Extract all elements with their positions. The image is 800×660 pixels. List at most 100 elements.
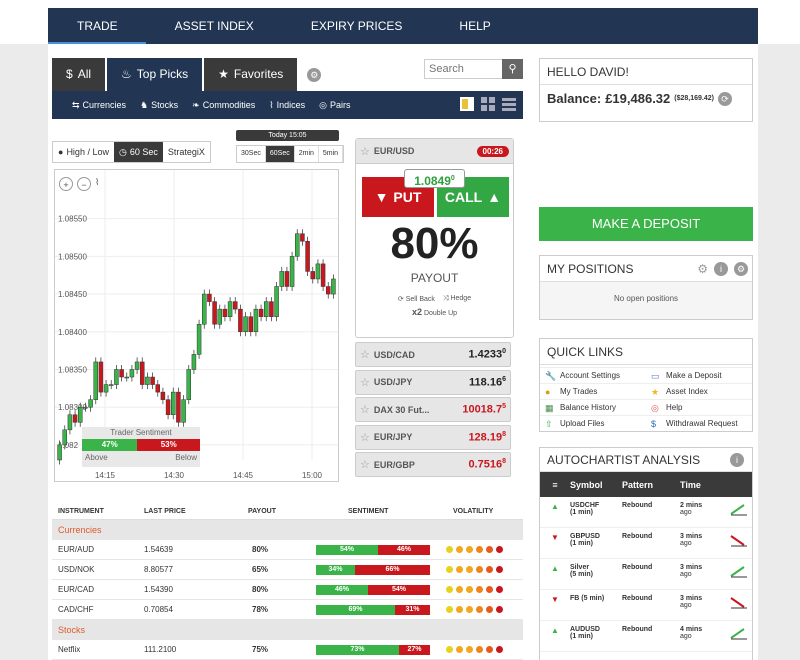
star-icon[interactable]: ☆ (360, 348, 370, 361)
table-row[interactable]: CAD/CHF 0.70854 78% 69% 31% (52, 600, 523, 620)
arrow-up-icon: ▲ (551, 564, 559, 573)
quick-link-my-trades[interactable]: ● My Trades (540, 383, 646, 399)
candle (258, 308, 264, 317)
zoom-in-icon[interactable]: + (59, 177, 73, 191)
asset-row[interactable]: ☆ EUR/GBP 0.75168 (355, 452, 511, 477)
autochartist-row[interactable]: ▲ USDCHF (1 min) Rebound 2 mins ago (540, 497, 752, 528)
pairs-icon: ◎ (319, 99, 328, 110)
coins-icon: ● (545, 386, 551, 397)
duration-60sec[interactable]: 60Sec (265, 146, 295, 162)
hedge-option[interactable]: ⤨ Hedge (443, 295, 471, 303)
nav-help[interactable]: HELP (430, 8, 518, 44)
category-currencies[interactable]: ⇆ Currencies (72, 100, 126, 111)
flame-icon: ♨ (121, 67, 132, 81)
autochartist-row[interactable]: ▲ Silver (5 min) Rebound 3 mins ago (540, 559, 752, 590)
star-icon[interactable]: ☆ (360, 403, 370, 416)
candle (88, 399, 93, 408)
candle (222, 308, 228, 317)
mode-60-sec[interactable]: ◷ 60 Sec (113, 142, 163, 162)
instrument-table: INSTRUMENT LAST PRICE PAYOUT SENTIMENT V… (52, 503, 523, 660)
asset-row[interactable]: ☆ USD/JPY 118.166 (355, 369, 511, 395)
gear-icon[interactable]: ⚙ (697, 256, 708, 282)
settings-icon[interactable]: ⚙ (734, 261, 748, 276)
zoom-out-icon[interactable]: − (77, 177, 91, 191)
mode-high-low[interactable]: ● High / Low (53, 142, 114, 162)
volatility-dot (446, 566, 453, 573)
asset-name: USD/JPY (373, 377, 413, 387)
star-icon[interactable]: ☆ (360, 376, 370, 389)
positions-title: MY POSITIONS (547, 261, 634, 276)
star-icon[interactable]: ☆ (360, 431, 370, 444)
nav-asset-index[interactable]: ASSET INDEX (146, 8, 282, 44)
refresh-icon[interactable]: ⟳ (717, 91, 732, 106)
star-icon[interactable]: ☆ (360, 145, 370, 158)
volatility-dot (456, 606, 463, 613)
asset-row[interactable]: ☆ USD/CAD 1.42330 (355, 342, 511, 367)
candle (243, 316, 248, 333)
volatility-dot (466, 586, 473, 593)
asset-name: DAX 30 Fut... (373, 404, 430, 415)
asset-list: ☆ USD/CAD 1.42330 ☆ USD/JPY 118.166 ☆ DAX … (355, 342, 514, 482)
expiry-timer: 00:26 (476, 145, 509, 157)
coins-icon: ● (58, 147, 64, 157)
tab-top-picks[interactable]: ♨ Top Picks (107, 58, 203, 91)
chart-type-icon[interactable]: ⌇ (95, 177, 99, 191)
main-asset-card: ☆ EUR/USD 00:26 ▼ PUT CALL ▲ 1.08490 80% P… (355, 138, 514, 338)
asset-row[interactable]: ☆ DAX 30 Fut... 10018.75 (355, 397, 511, 422)
search-icon[interactable]: ⚲ (502, 59, 523, 79)
tab-all[interactable]: $ All (52, 58, 106, 91)
candle (300, 233, 305, 242)
quick-link-account-settings[interactable]: 🔧 Account Settings (540, 367, 646, 383)
quick-link-asset-index[interactable]: ★ Asset Index (646, 383, 752, 399)
autochartist-row[interactable]: ▼ GBPUSD (1 min) Rebound 3 mins ago (540, 528, 752, 559)
category-pairs[interactable]: ◎ Pairs (319, 100, 350, 111)
autochartist-row[interactable]: ▲ AUDUSD (1 min) Rebound 4 mins ago (540, 621, 752, 652)
tab-favorites[interactable]: ★ Favorites (204, 58, 298, 91)
dollar-icon: $ (66, 67, 73, 81)
candle (140, 361, 145, 385)
star-icon[interactable]: ☆ (360, 458, 370, 471)
make-deposit-button[interactable]: MAKE A DEPOSIT (539, 207, 753, 241)
candle (186, 369, 191, 400)
nav-trade[interactable]: TRADE (48, 8, 146, 44)
category-stocks[interactable]: ♞ Stocks (140, 100, 178, 111)
info-icon[interactable]: i (730, 452, 744, 467)
table-row[interactable]: USD/NOK 8.80577 65% 34% 66% (52, 560, 523, 580)
table-row[interactable]: EUR/AUD 1.54639 80% 54% 46% (52, 540, 523, 560)
list-view-icon[interactable] (501, 96, 517, 112)
duration-30sec[interactable]: 30Sec (237, 146, 266, 162)
category-commodities[interactable]: ❧ Commodities (192, 100, 255, 111)
table-group-currencies: Currencies (52, 520, 523, 540)
quick-link-upload-files[interactable]: ⇧ Upload Files (540, 415, 646, 431)
quick-link-make-a-deposit[interactable]: ▭ Make a Deposit (646, 367, 752, 383)
candle (331, 278, 336, 295)
mode-strategix[interactable]: StrategiX (163, 142, 210, 162)
autochartist-row[interactable]: ▼ FB (5 min) Rebound 3 mins ago (540, 590, 752, 621)
table-row[interactable]: EUR/CAD 1.54390 80% 46% 54% (52, 580, 523, 600)
double-up-option[interactable]: x2 Double Up (356, 307, 513, 317)
asset-row[interactable]: ☆ EUR/JPY 128.198 (355, 424, 511, 450)
trend-down-icon (730, 597, 747, 609)
category-indices[interactable]: ⌇ Indices (269, 100, 305, 111)
candle (181, 399, 186, 423)
duration-5min[interactable]: 5min (319, 146, 344, 162)
info-icon[interactable]: i (714, 261, 728, 276)
balance-value: £19,486.32 (605, 91, 671, 106)
balance-label: Balance: (547, 91, 602, 106)
table-header: INSTRUMENT LAST PRICE PAYOUT SENTIMENT V… (52, 503, 523, 520)
candle (279, 271, 284, 287)
nav-expiry-prices[interactable]: EXPIRY PRICES (282, 8, 431, 44)
candle (315, 263, 321, 280)
quick-link-withdrawal-request[interactable]: $ Withdrawal Request (646, 415, 752, 431)
sentiment-bar: 73% 27% (316, 644, 430, 655)
quick-link-balance-history[interactable]: ▦ Balance History (540, 399, 646, 415)
quick-link-help[interactable]: ◎ Help (646, 399, 752, 415)
duration-2min[interactable]: 2min (295, 146, 319, 162)
candle (310, 271, 315, 280)
settings-icon[interactable]: ⚙ (307, 67, 322, 82)
sell-back-option[interactable]: ⟳ Sell Back (398, 295, 435, 303)
grid-view-icon[interactable] (480, 96, 496, 112)
table-row[interactable]: Netflix 111.2100 75% 73% 27% (52, 640, 523, 660)
arrow-up-icon: ▲ (487, 189, 502, 205)
single-view-icon[interactable] (459, 96, 475, 112)
